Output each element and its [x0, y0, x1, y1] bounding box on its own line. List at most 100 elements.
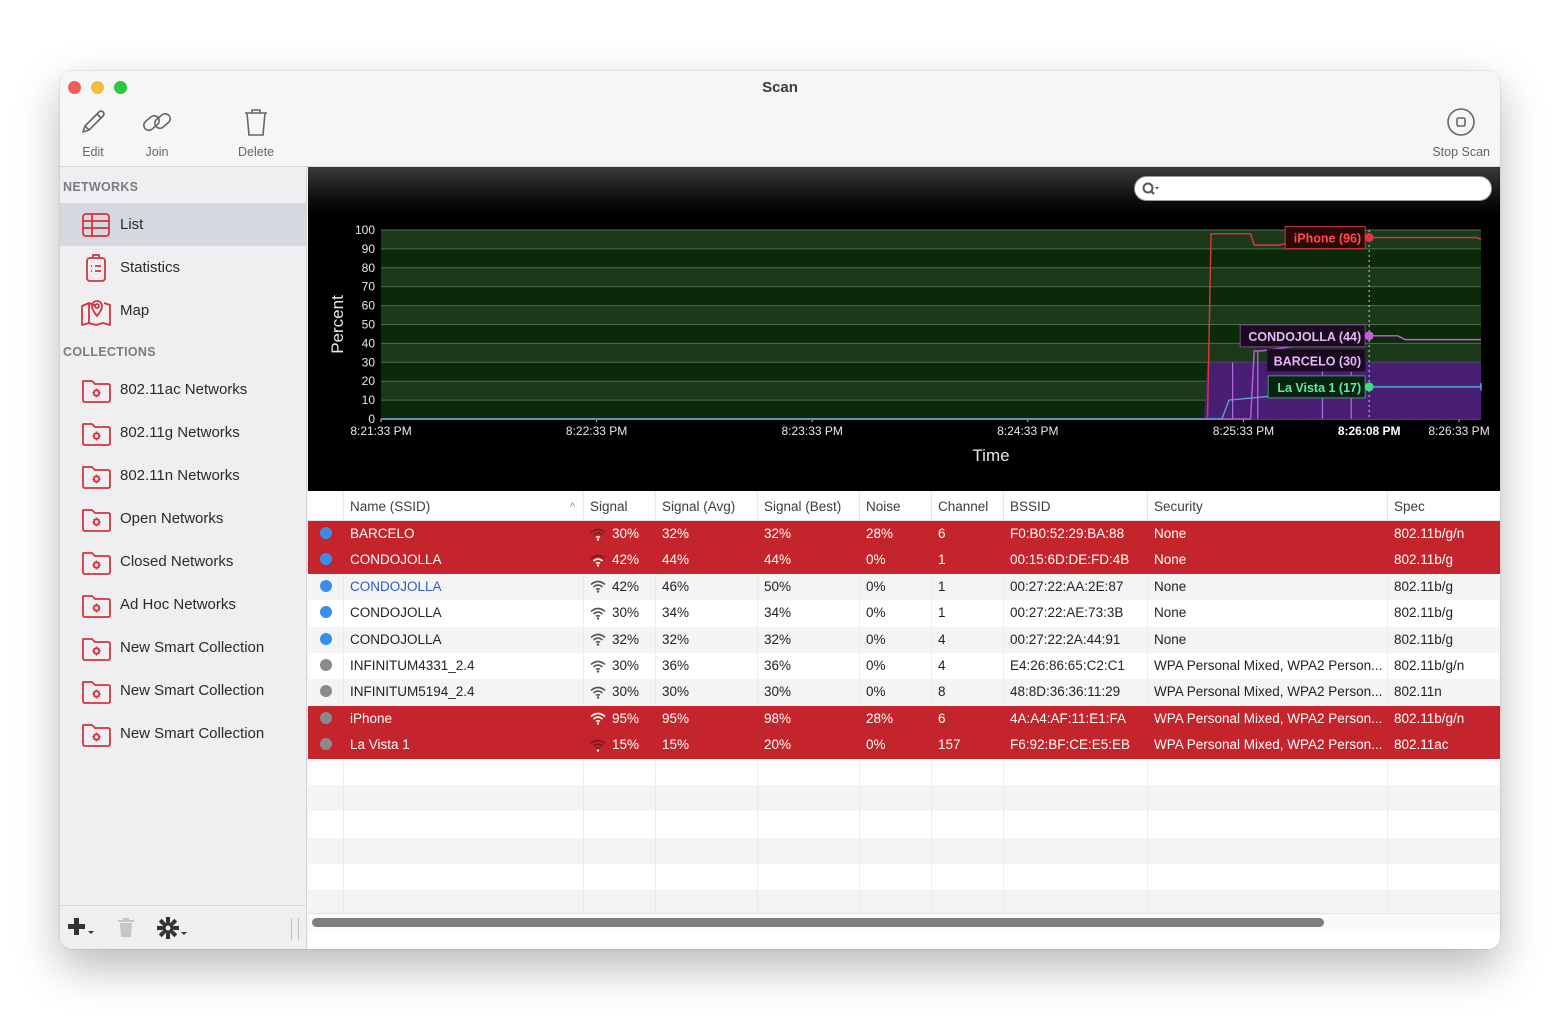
cell-bssid: E4:26:86:65:C2:C1 — [1004, 652, 1148, 680]
sidebar-item-label: 802.11g Networks — [120, 424, 240, 441]
status-dot-cell — [308, 652, 344, 680]
cell-signal: 30% — [584, 521, 656, 548]
cell-security: WPA Personal Mixed, WPA2 Person... — [1148, 652, 1388, 680]
table-row[interactable]: BARCELO 30% 32% 32% 28% 6 F0:B0:52:29:BA:88 No… — [308, 521, 1500, 548]
table-row[interactable]: iPhone 95% 95% 98% 28% 6 4A:A4:AF:11:E1:FA WPA… — [308, 705, 1500, 733]
smart-folder-icon — [82, 551, 111, 575]
x-tick-label: 8:22:33 PM — [566, 424, 627, 438]
empty-cell — [932, 784, 1004, 812]
sidebar-item-closed-networks[interactable]: Closed Networks — [60, 540, 306, 583]
edit-label: Edit — [82, 145, 104, 159]
table-row[interactable]: CONDOJOLLA 42% 44% 44% 0% 1 00:15:6D:DE:FD:4B… — [308, 547, 1500, 574]
delete-button[interactable]: Delete — [238, 105, 274, 159]
column-header-channel[interactable]: Channel — [932, 491, 1004, 521]
cell-bssid: 00:15:6D:DE:FD:4B — [1004, 547, 1148, 574]
empty-cell — [1004, 811, 1148, 838]
y-tick-label: 50 — [362, 318, 376, 332]
empty-table-row — [308, 837, 1500, 865]
status-dot-icon — [320, 658, 332, 671]
stop-scan-button[interactable]: Stop Scan — [1432, 105, 1490, 159]
sidebar-resize-handle[interactable] — [291, 918, 299, 940]
sidebar-item-ad-hoc-networks[interactable]: Ad Hoc Networks — [60, 583, 306, 626]
cell-bssid: 4A:A4:AF:11:E1:FA — [1004, 705, 1148, 733]
column-header-label: Security — [1154, 499, 1203, 514]
wifi-signal-icon — [590, 633, 606, 646]
horizontal-scrollbar-track — [308, 913, 1500, 931]
cell-name: INFINITUM5194_2.4 — [344, 679, 584, 706]
sidebar-item-new-smart-collection[interactable]: New Smart Collection — [60, 712, 306, 755]
networks-table: Name (SSID) ^ Signal Signal (Avg) Signal (Be… — [308, 491, 1500, 931]
empty-cell — [860, 837, 932, 865]
horizontal-scrollbar-thumb[interactable] — [312, 918, 1324, 927]
search-field[interactable] — [1134, 176, 1492, 201]
empty-cell — [1004, 758, 1148, 785]
column-header-name-ssid[interactable]: Name (SSID) ^ — [344, 491, 584, 521]
edit-button[interactable]: Edit — [76, 105, 110, 159]
column-header-signal-best[interactable]: Signal (Best) — [758, 491, 860, 521]
sidebar-item-new-smart-collection[interactable]: New Smart Collection — [60, 669, 306, 712]
sidebar-item-statistics[interactable]: Statistics — [60, 246, 306, 289]
sidebar-item-new-smart-collection[interactable]: New Smart Collection — [60, 626, 306, 669]
gear-icon — [157, 917, 187, 939]
link-icon — [143, 112, 171, 132]
empty-table-row — [308, 864, 1500, 891]
sidebar-item-802-11g-networks[interactable]: 802.11g Networks — [60, 411, 306, 454]
collections-header: COLLECTIONS — [63, 345, 156, 359]
column-header-spec[interactable]: Spec — [1388, 491, 1500, 521]
column-header-signal[interactable]: Signal — [584, 491, 656, 521]
table-row[interactable]: INFINITUM5194_2.4 30% 30% 30% 0% 8 48:8D:36:3… — [308, 679, 1500, 706]
cell-signal: 30% — [584, 679, 656, 706]
signal-indicator: 42% — [590, 574, 639, 600]
cell-best: 32% — [758, 521, 860, 548]
column-header-signal-avg[interactable]: Signal (Avg) — [656, 491, 758, 521]
column-header-label: Name (SSID) — [350, 499, 431, 514]
status-dot-icon — [320, 711, 332, 724]
search-input[interactable] — [1165, 178, 1491, 199]
empty-cell — [656, 864, 758, 891]
cell-noise: 0% — [860, 679, 932, 706]
settings-menu-button[interactable] — [156, 916, 190, 946]
table-row[interactable]: CONDOJOLLA 30% 34% 34% 0% 1 00:27:22:AE:73:3B… — [308, 600, 1500, 627]
cell-avg: 46% — [656, 573, 758, 601]
clipboard-icon — [86, 253, 106, 282]
empty-table-row — [308, 758, 1500, 785]
signal-value: 30% — [612, 526, 640, 541]
join-button[interactable]: Join — [140, 105, 174, 159]
remove-collection-button[interactable] — [116, 916, 136, 944]
cell-spec: 802.11b/g — [1394, 552, 1454, 568]
cell-security: WPA Personal Mixed, WPA2 Person... — [1148, 705, 1388, 733]
table-row[interactable]: La Vista 1 15% 15% 20% 0% 157 F6:92:BF:CE:E5:… — [308, 732, 1500, 759]
wifi-signal-icon — [590, 660, 606, 673]
table-row[interactable]: CONDOJOLLA 32% 32% 32% 0% 4 00:27:22:2A:44:91… — [308, 626, 1500, 653]
sidebar-item-802-11n-networks[interactable]: 802.11n Networks — [60, 454, 306, 497]
empty-table-row — [308, 811, 1500, 838]
status-dot-icon — [320, 527, 332, 539]
table-row[interactable]: CONDOJOLLA 42% 46% 50% 0% 1 00:27:22:AA:2E:87… — [308, 573, 1500, 601]
sidebar-item-label: New Smart Collection — [120, 725, 265, 742]
column-header-security[interactable]: Security — [1148, 491, 1388, 521]
cell-best: 50% — [758, 573, 860, 601]
sidebar-item-open-networks[interactable]: Open Networks — [60, 497, 306, 540]
cell-spec: 802.11n — [1394, 684, 1442, 700]
cell-security: None — [1148, 600, 1388, 627]
y-tick-label: 40 — [362, 336, 376, 350]
table-row[interactable]: INFINITUM4331_2.4 30% 36% 36% 0% 4 E4:26:86:6… — [308, 652, 1500, 680]
add-collection-button[interactable] — [66, 916, 96, 944]
sidebar-item-list[interactable]: List — [60, 203, 306, 246]
column-header-status[interactable] — [308, 491, 344, 521]
search-icon — [1142, 182, 1159, 195]
column-header-label: BSSID — [1010, 499, 1051, 514]
cell-spec: 802.11b/g — [1394, 631, 1454, 647]
column-header-noise[interactable]: Noise — [860, 491, 932, 521]
empty-cell — [932, 864, 1004, 891]
sidebar-item-label: 802.11n Networks — [120, 467, 240, 484]
signal-indicator: 30% — [590, 521, 639, 547]
sidebar-item-map[interactable]: Map — [60, 289, 306, 332]
sidebar: NETWORKS List Statistics Map COLLECTIONS 8… — [60, 167, 307, 949]
cell-avg: 30% — [656, 679, 758, 706]
cell-avg: 32% — [656, 626, 758, 653]
column-header-bssid[interactable]: BSSID — [1004, 491, 1148, 521]
empty-cell — [758, 784, 860, 812]
y-tick-label: 100 — [355, 223, 375, 237]
sidebar-item-802-11ac-networks[interactable]: 802.11ac Networks — [60, 368, 306, 411]
